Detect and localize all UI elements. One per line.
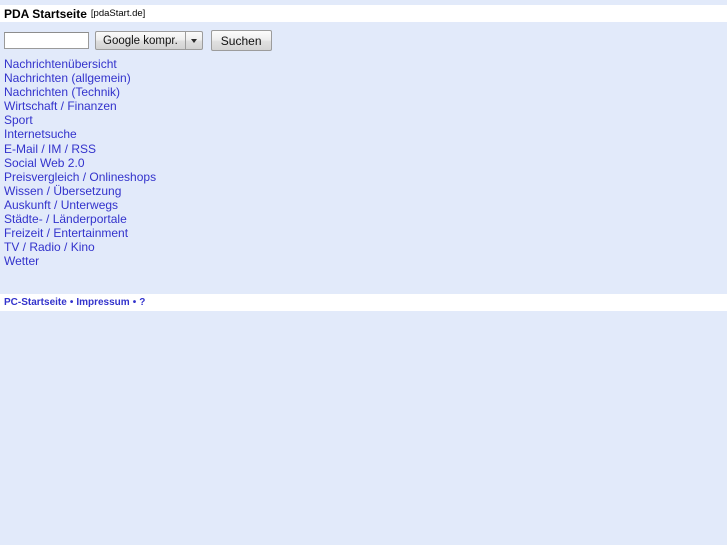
category-link-wissen-uebersetzung[interactable]: Wissen / Übersetzung: [4, 184, 404, 198]
category-link-preisvergleich-onlineshops[interactable]: Preisvergleich / Onlineshops: [4, 170, 404, 184]
page-header: PDA Startseite [pdaStart.de]: [0, 5, 727, 22]
category-link-sport[interactable]: Sport: [4, 113, 404, 127]
category-link-freizeit-entertainment[interactable]: Freizeit / Entertainment: [4, 226, 404, 240]
category-link-nachrichten-technik[interactable]: Nachrichten (Technik): [4, 85, 404, 99]
search-engine-dropdown-button[interactable]: [185, 31, 203, 50]
page-title: PDA Startseite: [4, 6, 87, 21]
footer-link-impressum[interactable]: Impressum: [76, 297, 129, 308]
category-link-social-web[interactable]: Social Web 2.0: [4, 156, 404, 170]
page-root: PDA Startseite [pdaStart.de] Google komp…: [0, 0, 727, 545]
category-link-nachrichten-allgemein[interactable]: Nachrichten (allgemein): [4, 71, 404, 85]
footer-link-pc-startseite[interactable]: PC-Startseite: [4, 297, 67, 308]
category-link-tv-radio-kino[interactable]: TV / Radio / Kino: [4, 240, 404, 254]
search-engine-selector[interactable]: Google kompr.: [95, 31, 203, 50]
category-link-nachrichtenuebersicht[interactable]: Nachrichtenübersicht: [4, 57, 404, 71]
category-link-internetsuche[interactable]: Internetsuche: [4, 127, 404, 141]
footer-link-help[interactable]: ?: [139, 297, 145, 308]
category-link-email-im-rss[interactable]: E-Mail / IM / RSS: [4, 142, 404, 156]
search-toolbar: Google kompr. Suchen: [4, 30, 272, 51]
category-link-list: Nachrichtenübersicht Nachrichten (allgem…: [4, 57, 404, 268]
page-footer: PC-Startseite • Impressum • ?: [0, 294, 727, 311]
page-subtitle: [pdaStart.de]: [90, 8, 146, 19]
category-link-staedte-laenderportale[interactable]: Städte- / Länderportale: [4, 212, 404, 226]
search-input[interactable]: [4, 32, 89, 49]
category-link-wirtschaft-finanzen[interactable]: Wirtschaft / Finanzen: [4, 99, 404, 113]
footer-separator: •: [132, 297, 137, 308]
search-submit-button[interactable]: Suchen: [210, 30, 272, 51]
search-engine-button[interactable]: Google kompr.: [95, 31, 186, 50]
category-link-wetter[interactable]: Wetter: [4, 254, 404, 268]
footer-separator: •: [69, 297, 74, 308]
category-link-auskunft-unterwegs[interactable]: Auskunft / Unterwegs: [4, 198, 404, 212]
chevron-down-icon: [190, 38, 197, 43]
empty-content-area: [0, 311, 727, 545]
